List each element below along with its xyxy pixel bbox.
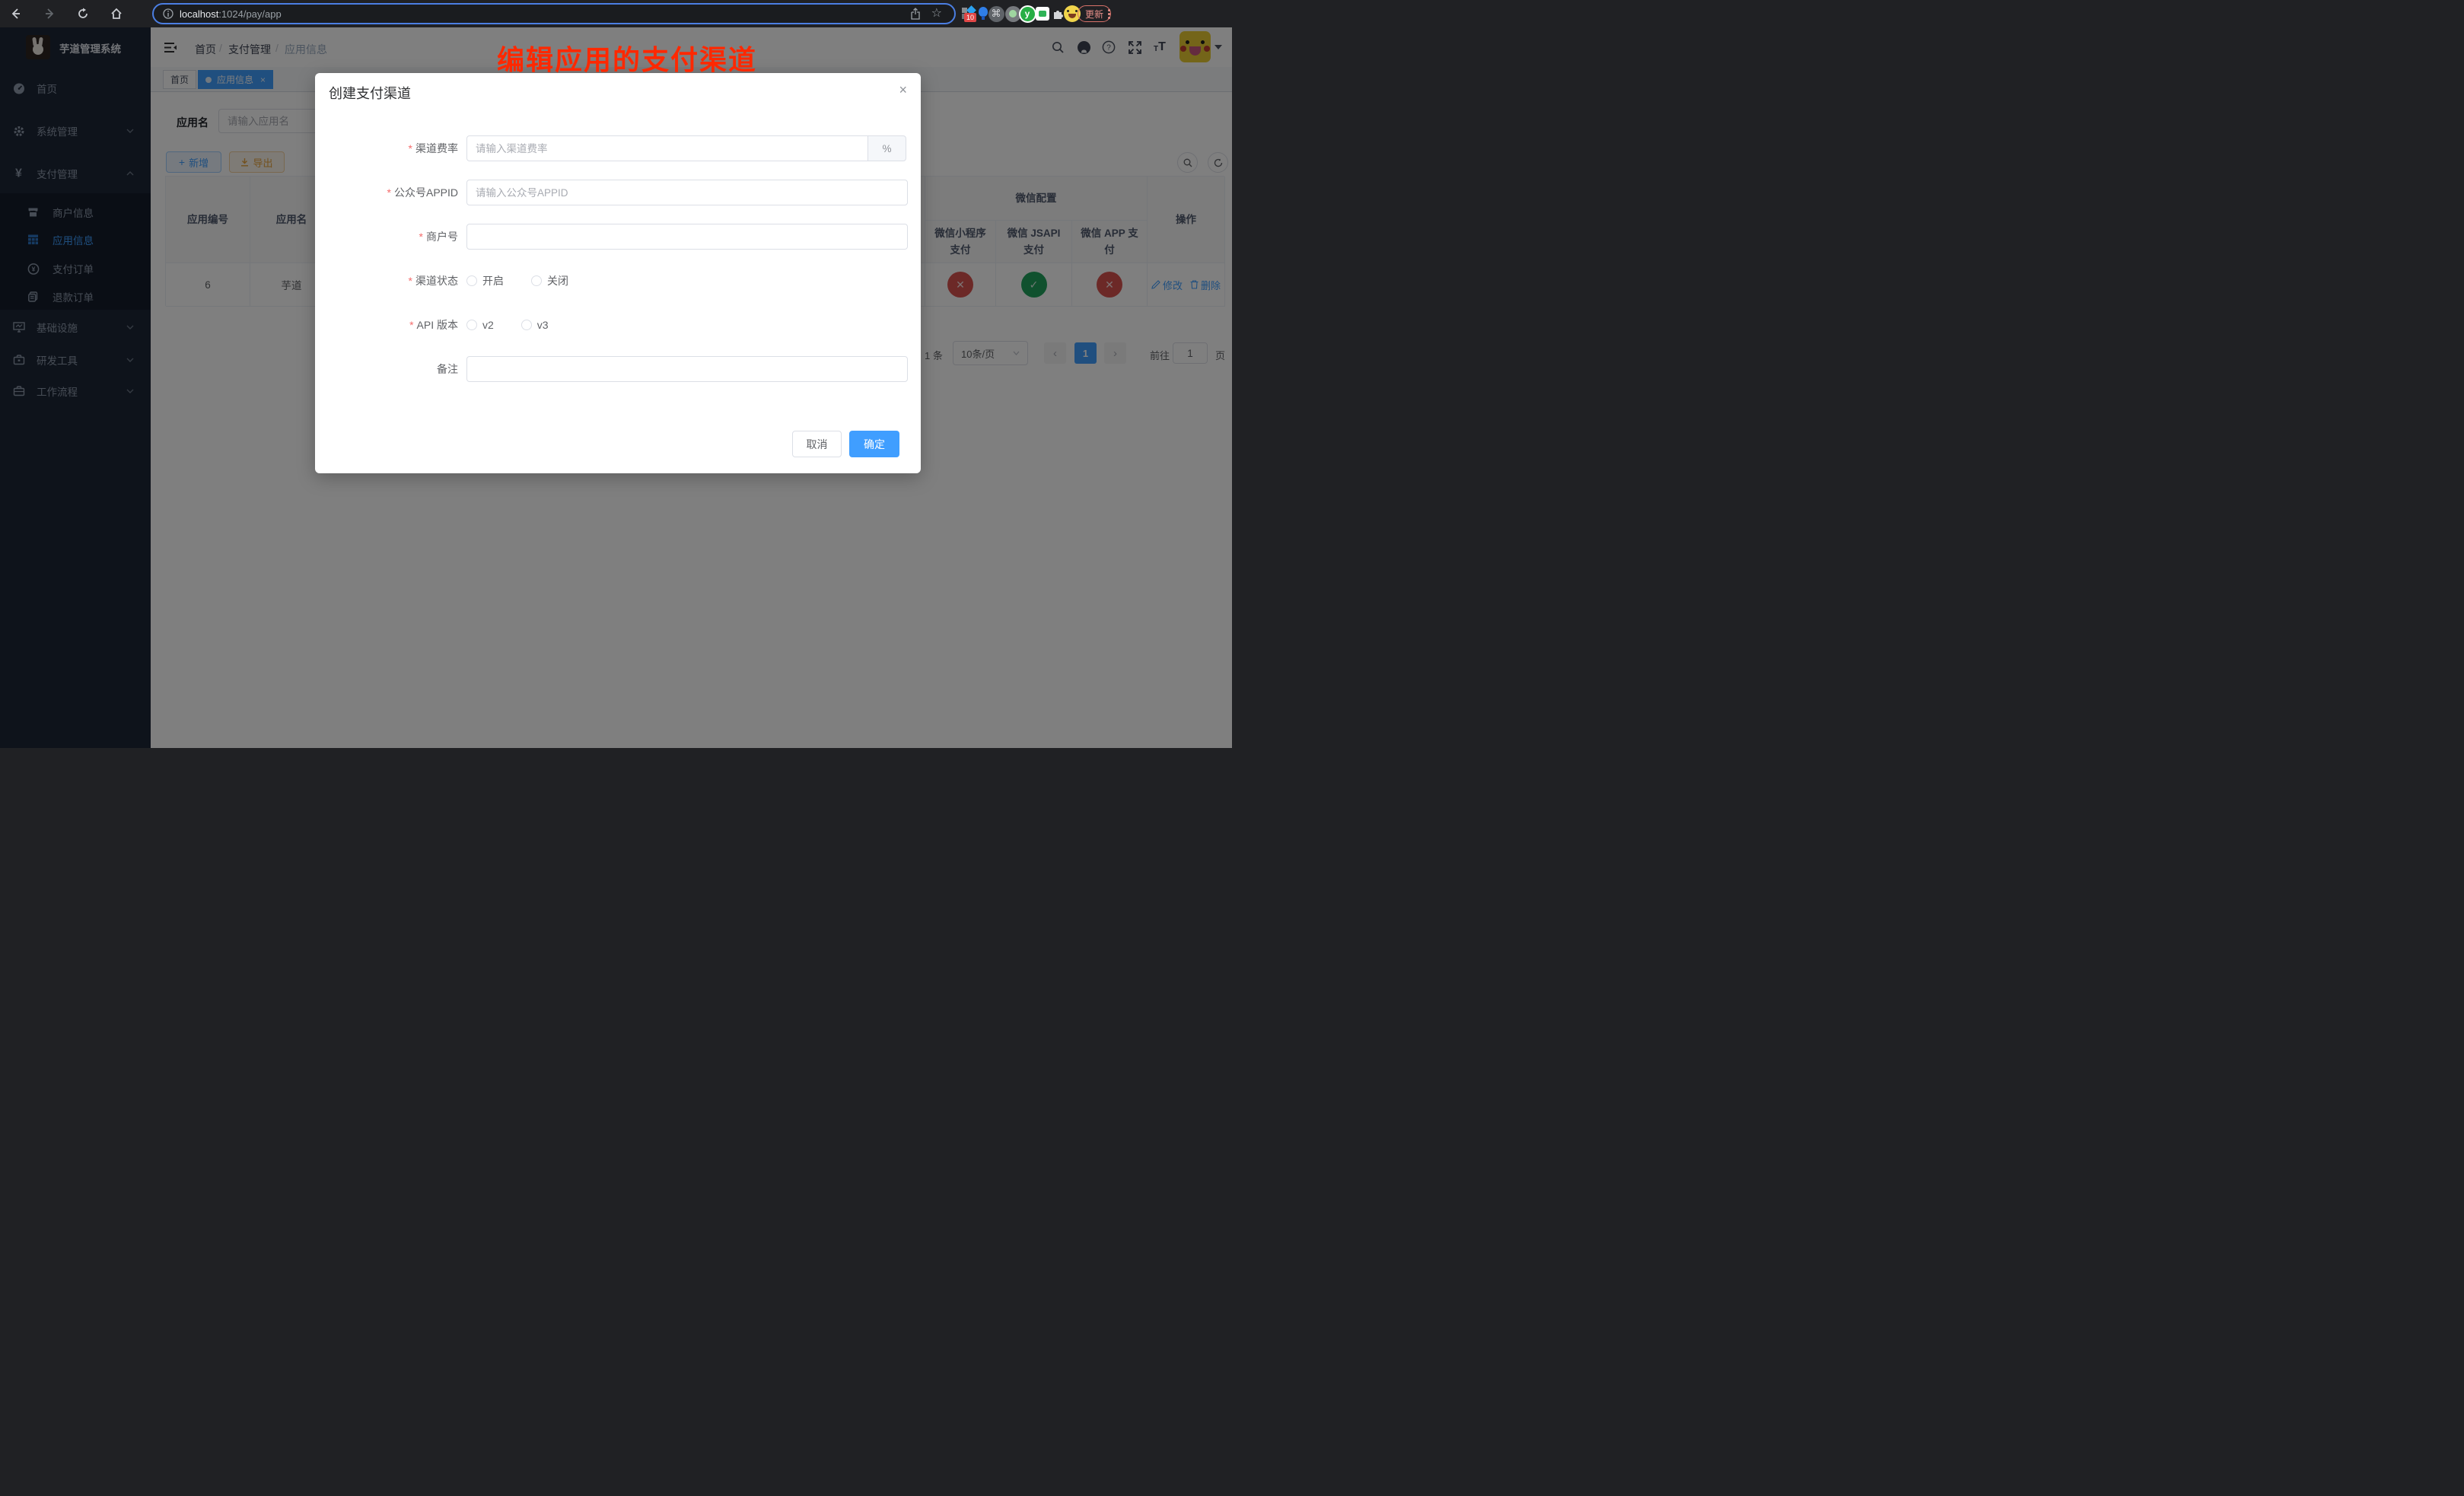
radio-circle-icon bbox=[466, 320, 477, 330]
browser-reload-icon[interactable] bbox=[75, 0, 91, 27]
radio-circle-icon bbox=[466, 275, 477, 286]
browser-menu-icon[interactable] bbox=[1102, 0, 1116, 27]
rate-suffix: % bbox=[867, 135, 906, 161]
radio-circle-icon bbox=[531, 275, 542, 286]
create-pay-channel-dialog: 创建支付渠道 × 渠道费率 % 公众号APPID 商户号 渠道状态 开启 关闭 bbox=[315, 73, 921, 473]
form-row-merchant: 商户号 bbox=[315, 224, 921, 250]
rate-label: 渠道费率 bbox=[315, 135, 458, 161]
merchant-label: 商户号 bbox=[315, 224, 458, 250]
form-row-appid: 公众号APPID bbox=[315, 180, 921, 205]
radio-status-open[interactable]: 开启 bbox=[466, 268, 504, 294]
rate-input[interactable] bbox=[466, 135, 868, 161]
url-path: :1024/pay/app bbox=[218, 8, 281, 20]
form-row-rate: 渠道费率 % bbox=[315, 135, 921, 161]
radio-status-closed[interactable]: 关闭 bbox=[531, 268, 568, 294]
appid-label: 公众号APPID bbox=[315, 180, 458, 205]
ext-tag-assistant-icon[interactable]: 10 bbox=[960, 0, 977, 27]
address-bar[interactable]: localhost:1024/pay/app ☆ bbox=[152, 3, 956, 24]
confirm-button[interactable]: 确定 bbox=[849, 431, 899, 457]
share-icon[interactable] bbox=[910, 8, 921, 20]
site-info-icon[interactable] bbox=[163, 8, 173, 19]
browser-forward-icon[interactable] bbox=[41, 0, 58, 27]
ext-badge: 10 bbox=[964, 13, 976, 22]
radio-api-v2[interactable]: v2 bbox=[466, 312, 494, 338]
merchant-input[interactable] bbox=[466, 224, 908, 250]
remark-label: 备注 bbox=[315, 356, 458, 382]
bookmark-star-icon[interactable]: ☆ bbox=[931, 8, 942, 20]
cancel-button[interactable]: 取消 bbox=[792, 431, 842, 457]
appid-input[interactable] bbox=[466, 180, 908, 205]
radio-circle-icon bbox=[521, 320, 532, 330]
form-row-remark: 备注 bbox=[315, 356, 921, 382]
close-icon[interactable]: × bbox=[899, 82, 907, 98]
annotation-text: 编辑应用的支付渠道 bbox=[497, 38, 757, 78]
api-version-label: API 版本 bbox=[315, 312, 458, 338]
remark-input[interactable] bbox=[466, 356, 908, 382]
app-window: 芋道管理系统 首页 系统管理 ¥ 支付管理 商户信息 应用信息 bbox=[0, 27, 1232, 748]
form-row-status: 渠道状态 开启 关闭 bbox=[315, 268, 921, 294]
status-label: 渠道状态 bbox=[315, 268, 458, 294]
url-host: localhost bbox=[180, 8, 218, 20]
radio-api-v3[interactable]: v3 bbox=[521, 312, 549, 338]
browser-toolbar: localhost:1024/pay/app ☆ 10 ⌘ bbox=[0, 0, 1232, 27]
screen: localhost:1024/pay/app ☆ 10 ⌘ bbox=[0, 0, 1232, 748]
dialog-title: 创建支付渠道 bbox=[329, 83, 411, 103]
form-row-api-version: API 版本 v2 v3 bbox=[315, 312, 921, 338]
browser-back-icon[interactable] bbox=[8, 0, 24, 27]
browser-home-icon[interactable] bbox=[108, 0, 125, 27]
